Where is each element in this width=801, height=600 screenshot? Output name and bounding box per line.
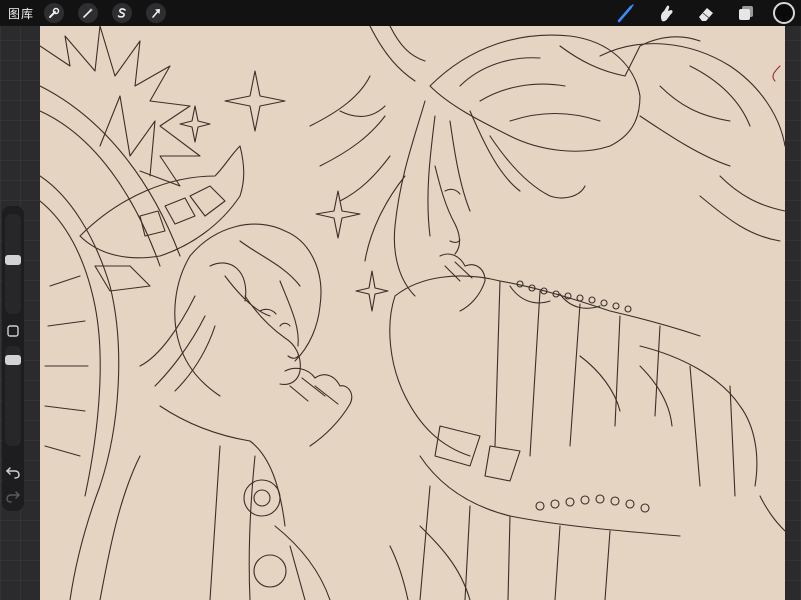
eraser-icon [699, 8, 713, 21]
brush-size-thumb[interactable] [5, 255, 21, 265]
adjustments-button[interactable] [78, 3, 99, 23]
redo-icon[interactable] [5, 488, 21, 504]
selection-s-icon [117, 8, 126, 18]
layers-icon [739, 6, 753, 20]
side-toolbar [2, 206, 24, 511]
brush-icon [617, 4, 634, 23]
layers-button[interactable] [735, 2, 757, 24]
opacity-thumb[interactable] [5, 355, 21, 365]
color-picker-button[interactable] [773, 2, 795, 24]
transform-button[interactable] [146, 3, 167, 23]
lineart-illustration [40, 26, 785, 600]
arrow-cursor-icon [152, 9, 161, 18]
magic-wand-icon [83, 8, 94, 18]
eraser-tool-button[interactable] [695, 2, 717, 24]
wrench-icon [49, 7, 60, 18]
drawing-canvas[interactable] [40, 26, 785, 600]
undo-icon[interactable] [5, 464, 21, 480]
smudge-finger-icon [660, 5, 673, 22]
brush-tool-button[interactable] [615, 2, 637, 24]
gallery-button[interactable]: 图库 [8, 5, 34, 22]
brush-size-slider[interactable] [5, 214, 21, 314]
selection-button[interactable] [112, 3, 133, 23]
opacity-slider[interactable] [5, 346, 21, 446]
smudge-tool-button[interactable] [655, 2, 677, 24]
right-tool-group [597, 0, 795, 26]
actions-button[interactable] [44, 3, 65, 23]
modify-square-icon[interactable] [6, 324, 20, 338]
top-toolbar: 图库 [0, 0, 801, 26]
